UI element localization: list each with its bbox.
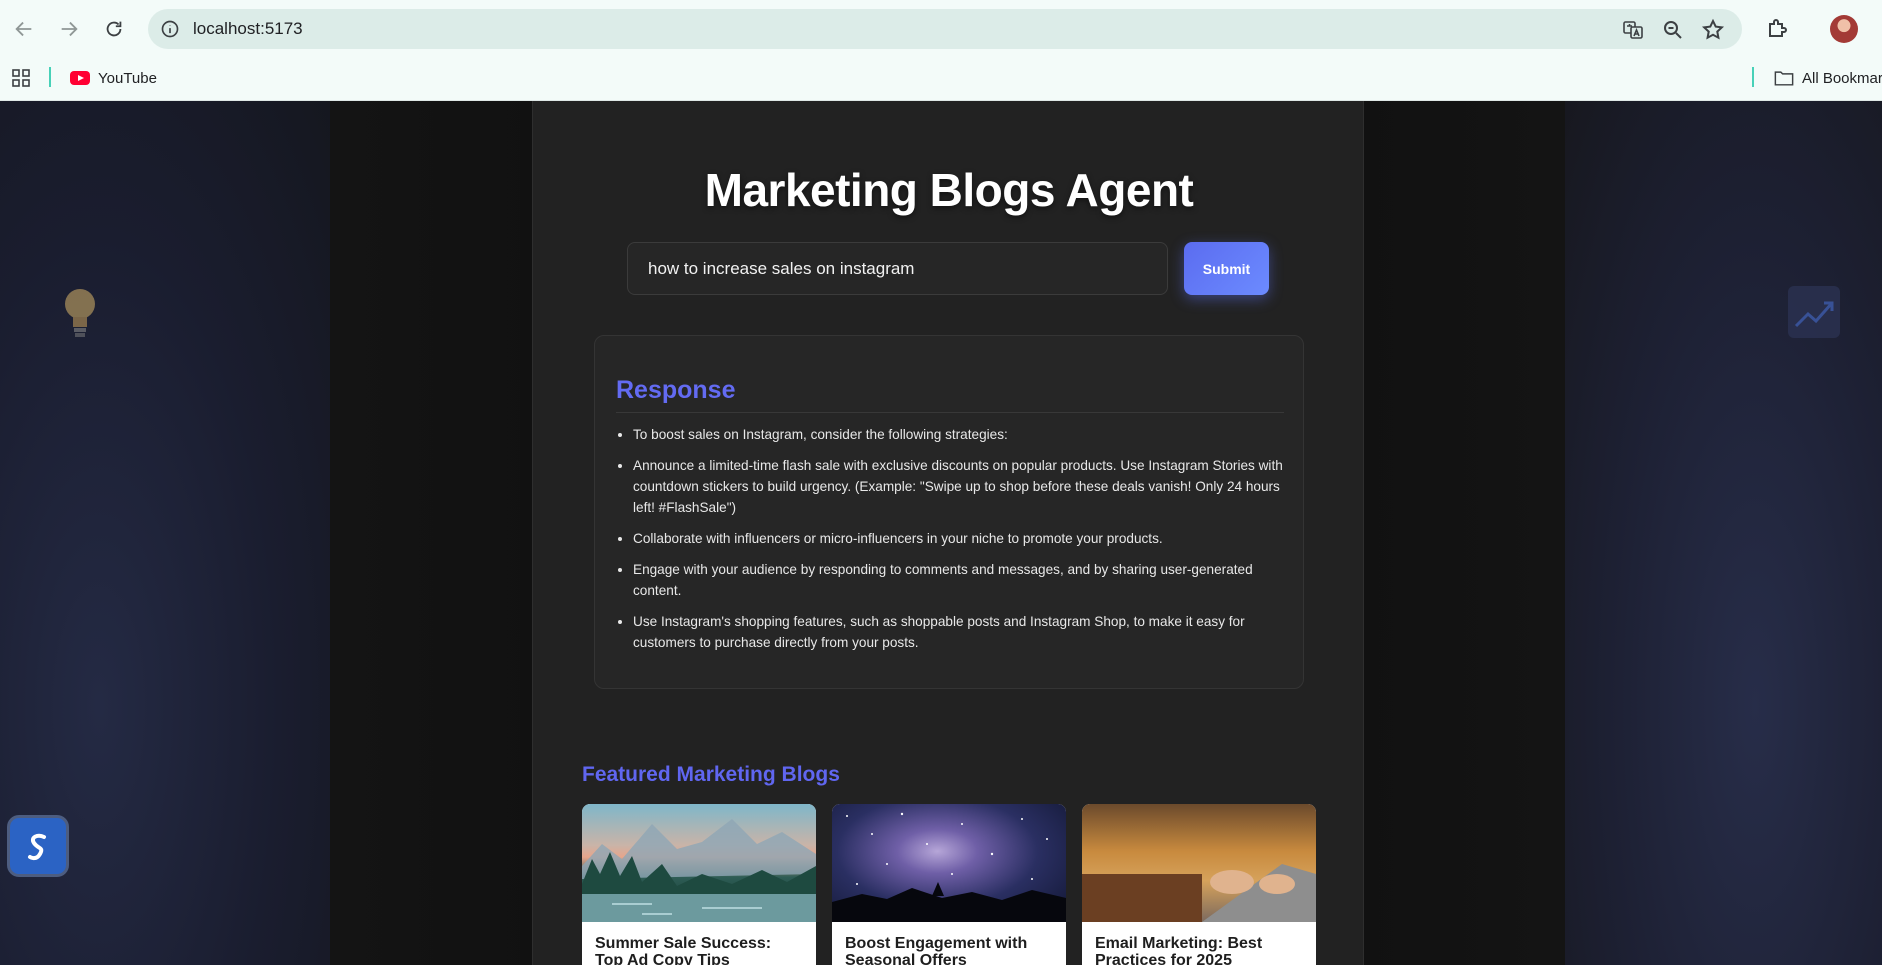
zoom-icon[interactable]: [1661, 18, 1685, 42]
trend-chart-icon: [1788, 286, 1840, 338]
bookmark-label: YouTube: [98, 69, 157, 87]
bookmark-youtube[interactable]: YouTube: [70, 64, 157, 92]
reload-button[interactable]: [100, 15, 128, 43]
response-item: Use Instagram's shopping features, such …: [633, 611, 1289, 653]
response-list: To boost sales on Instagram, consider th…: [633, 424, 1289, 663]
blog-image-mountain-lake: [582, 804, 816, 922]
query-input[interactable]: [627, 242, 1168, 295]
reload-icon: [106, 21, 122, 37]
submit-button[interactable]: Submit: [1184, 242, 1269, 295]
response-heading: Response: [616, 376, 736, 404]
bookmarks-separator: [49, 67, 51, 87]
blog-card[interactable]: Summer Sale Success: Top Ad Copy Tips: [582, 804, 816, 965]
all-bookmarks-label: All Bookmarks: [1802, 69, 1882, 87]
profile-avatar[interactable]: [1830, 15, 1858, 43]
back-button[interactable]: [10, 15, 38, 43]
forward-button[interactable]: [55, 15, 83, 43]
blog-title: Email Marketing: Best Practices for 2025: [1095, 935, 1263, 965]
blog-card[interactable]: Boost Engagement with Seasonal Offers: [832, 804, 1066, 965]
featured-blogs-heading: Featured Marketing Blogs: [582, 763, 840, 786]
response-item: Engage with your audience by responding …: [633, 559, 1289, 601]
puzzle-icon: [1769, 19, 1787, 37]
response-item: To boost sales on Instagram, consider th…: [633, 424, 1289, 445]
response-item: Announce a limited-time flash sale with …: [633, 455, 1289, 518]
address-url: localhost:5173: [193, 19, 303, 38]
all-bookmarks-button[interactable]: All Bookmarks: [1774, 64, 1882, 92]
browser-chrome: localhost:5173 YouTube All Bookmarks: [0, 0, 1882, 101]
arrow-right-icon: [61, 21, 78, 37]
site-info-icon[interactable]: [160, 19, 180, 39]
response-divider: [616, 412, 1284, 413]
browser-toolbar: localhost:5173: [0, 0, 1882, 58]
bookmark-star-icon[interactable]: [1701, 18, 1725, 42]
main-card: Marketing Blogs Agent Submit Response To…: [532, 101, 1364, 965]
page-viewport: Marketing Blogs Agent Submit Response To…: [0, 101, 1882, 965]
apps-grid-icon[interactable]: [11, 68, 31, 88]
translate-icon[interactable]: [1621, 18, 1645, 42]
bookmarks-bar: YouTube All Bookmarks: [0, 58, 1882, 101]
bookmarks-separator: [1752, 67, 1754, 87]
response-item: Collaborate with influencers or micro-in…: [633, 528, 1289, 549]
blog-title: Boost Engagement with Seasonal Offers: [845, 935, 1028, 965]
blog-card[interactable]: Email Marketing: Best Practices for 2025: [1082, 804, 1316, 965]
right-background-panel: [1565, 101, 1882, 965]
response-panel: Response To boost sales on Instagram, co…: [594, 335, 1304, 689]
address-bar[interactable]: localhost:5173: [148, 9, 1742, 49]
extensions-button[interactable]: [1762, 14, 1792, 44]
page-title: Marketing Blogs Agent: [704, 164, 1194, 216]
youtube-icon: [70, 71, 90, 85]
floating-extension-icon[interactable]: [7, 815, 69, 877]
lightbulb-icon: [65, 289, 95, 337]
arrow-left-icon: [15, 21, 32, 37]
folder-icon: [1774, 71, 1794, 86]
blog-image-laptop-hands: [1082, 804, 1316, 922]
blog-image-milky-way: [832, 804, 1066, 922]
blog-title: Summer Sale Success: Top Ad Copy Tips: [595, 935, 772, 965]
